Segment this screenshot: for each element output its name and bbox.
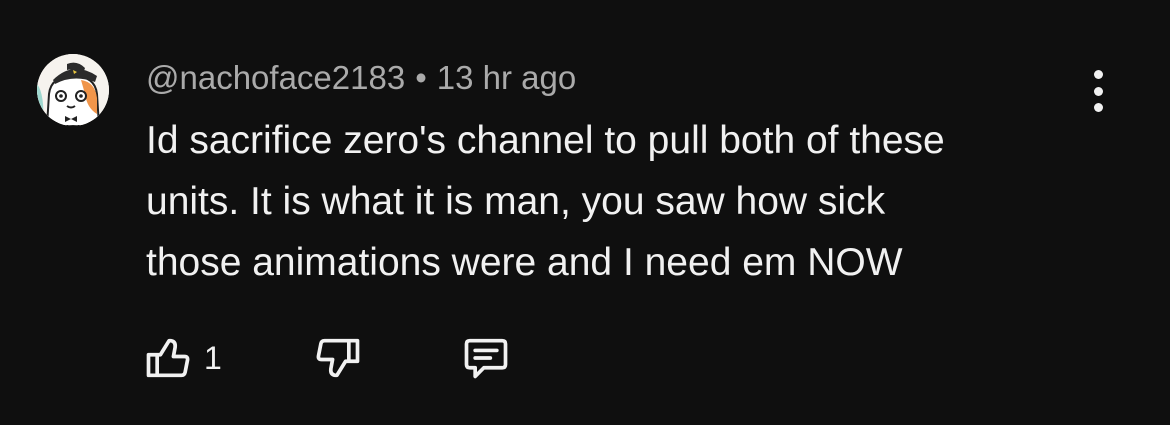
vertical-ellipsis-icon — [1093, 103, 1103, 112]
cartoon-cat-avatar-icon — [37, 54, 109, 126]
comment-header: @nachoface2183 • 13 hr ago — [146, 58, 576, 98]
avatar[interactable] — [37, 54, 109, 126]
comment-line: Id sacrifice zero's channel to pull both… — [146, 119, 945, 162]
like-count: 1 — [204, 340, 222, 376]
separator-dot: • — [415, 59, 427, 96]
author-name[interactable]: @nachoface2183 — [146, 59, 405, 96]
comment-text: Id sacrifice zero's channel to pull both… — [146, 110, 1106, 293]
comment-line: units. It is what it is man, you saw how… — [146, 180, 886, 223]
comment-line: those animations were and I need em NOW — [146, 241, 903, 284]
reply-button[interactable] — [458, 332, 514, 384]
more-options-button[interactable] — [1078, 66, 1118, 116]
comment: @nachoface2183 • 13 hr ago Id sacrifice ze… — [0, 0, 1170, 425]
like-button[interactable]: 1 — [142, 332, 222, 384]
thumbs-down-icon — [316, 338, 360, 378]
vertical-ellipsis-icon — [1093, 86, 1103, 96]
vertical-ellipsis-icon — [1093, 70, 1103, 79]
timestamp[interactable]: 13 hr ago — [437, 59, 576, 96]
comment-bubble-icon — [464, 338, 508, 379]
dislike-button[interactable] — [312, 332, 364, 384]
thumbs-up-icon — [146, 338, 190, 378]
